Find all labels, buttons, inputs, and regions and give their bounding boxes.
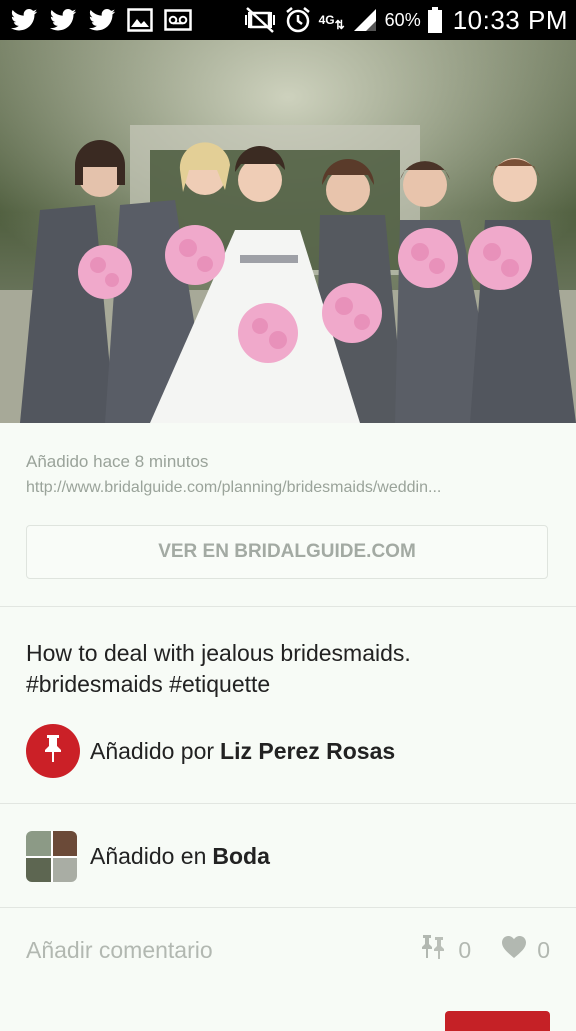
repin-count: 0: [458, 936, 472, 963]
added-by-row[interactable]: Añadido por Liz Perez Rosas: [26, 724, 395, 778]
like-stat[interactable]: 0: [501, 935, 550, 965]
image-icon: [127, 8, 153, 32]
divider: [0, 907, 576, 908]
board-name[interactable]: Boda: [212, 843, 270, 870]
added-to-board-row[interactable]: Añadido en Boda: [26, 831, 270, 882]
comment-input[interactable]: Añadir comentario: [26, 937, 213, 964]
pin-description: How to deal with jealous bridesmaids. #b…: [26, 640, 411, 697]
twitter-icon: [10, 9, 38, 31]
pin-it-button[interactable]: [445, 1011, 550, 1031]
battery-percent: 60%: [384, 9, 421, 30]
divider: [0, 803, 576, 804]
visit-site-button[interactable]: VER EN BRIDALGUIDE.COM: [26, 525, 548, 579]
network-4g-icon: 4G ⇅: [318, 12, 345, 32]
added-by-prefix: Añadido por: [90, 737, 215, 764]
signal-icon: [352, 7, 378, 33]
mute-icon: [243, 7, 277, 33]
added-time: Añadido hace 8 minutos: [26, 452, 209, 471]
source-url[interactable]: http://www.bridalguide.com/planning/brid…: [26, 479, 548, 497]
like-count: 0: [537, 936, 550, 963]
pin-stats: 0 0: [420, 934, 550, 966]
battery-icon: [427, 7, 442, 33]
status-bar: 4G ⇅ 60% 10:33 PM: [0, 0, 576, 40]
heart-icon: [501, 935, 527, 965]
twitter-icon: [88, 9, 116, 31]
pin-icon: [42, 733, 64, 769]
user-avatar[interactable]: [26, 724, 80, 778]
voicemail-icon: [164, 9, 192, 31]
clock: 10:33 PM: [452, 4, 568, 35]
repin-stat[interactable]: 0: [420, 934, 471, 966]
network-label: 4G: [318, 12, 335, 27]
board-thumbnail[interactable]: [26, 831, 77, 882]
added-by-user[interactable]: Liz Perez Rosas: [220, 738, 395, 765]
divider: [0, 606, 576, 607]
twitter-icon: [49, 9, 77, 31]
alarm-icon: [284, 6, 312, 34]
added-to-prefix: Añadido en: [90, 843, 207, 869]
pin-image[interactable]: [0, 40, 576, 423]
repin-icon: [420, 934, 448, 966]
